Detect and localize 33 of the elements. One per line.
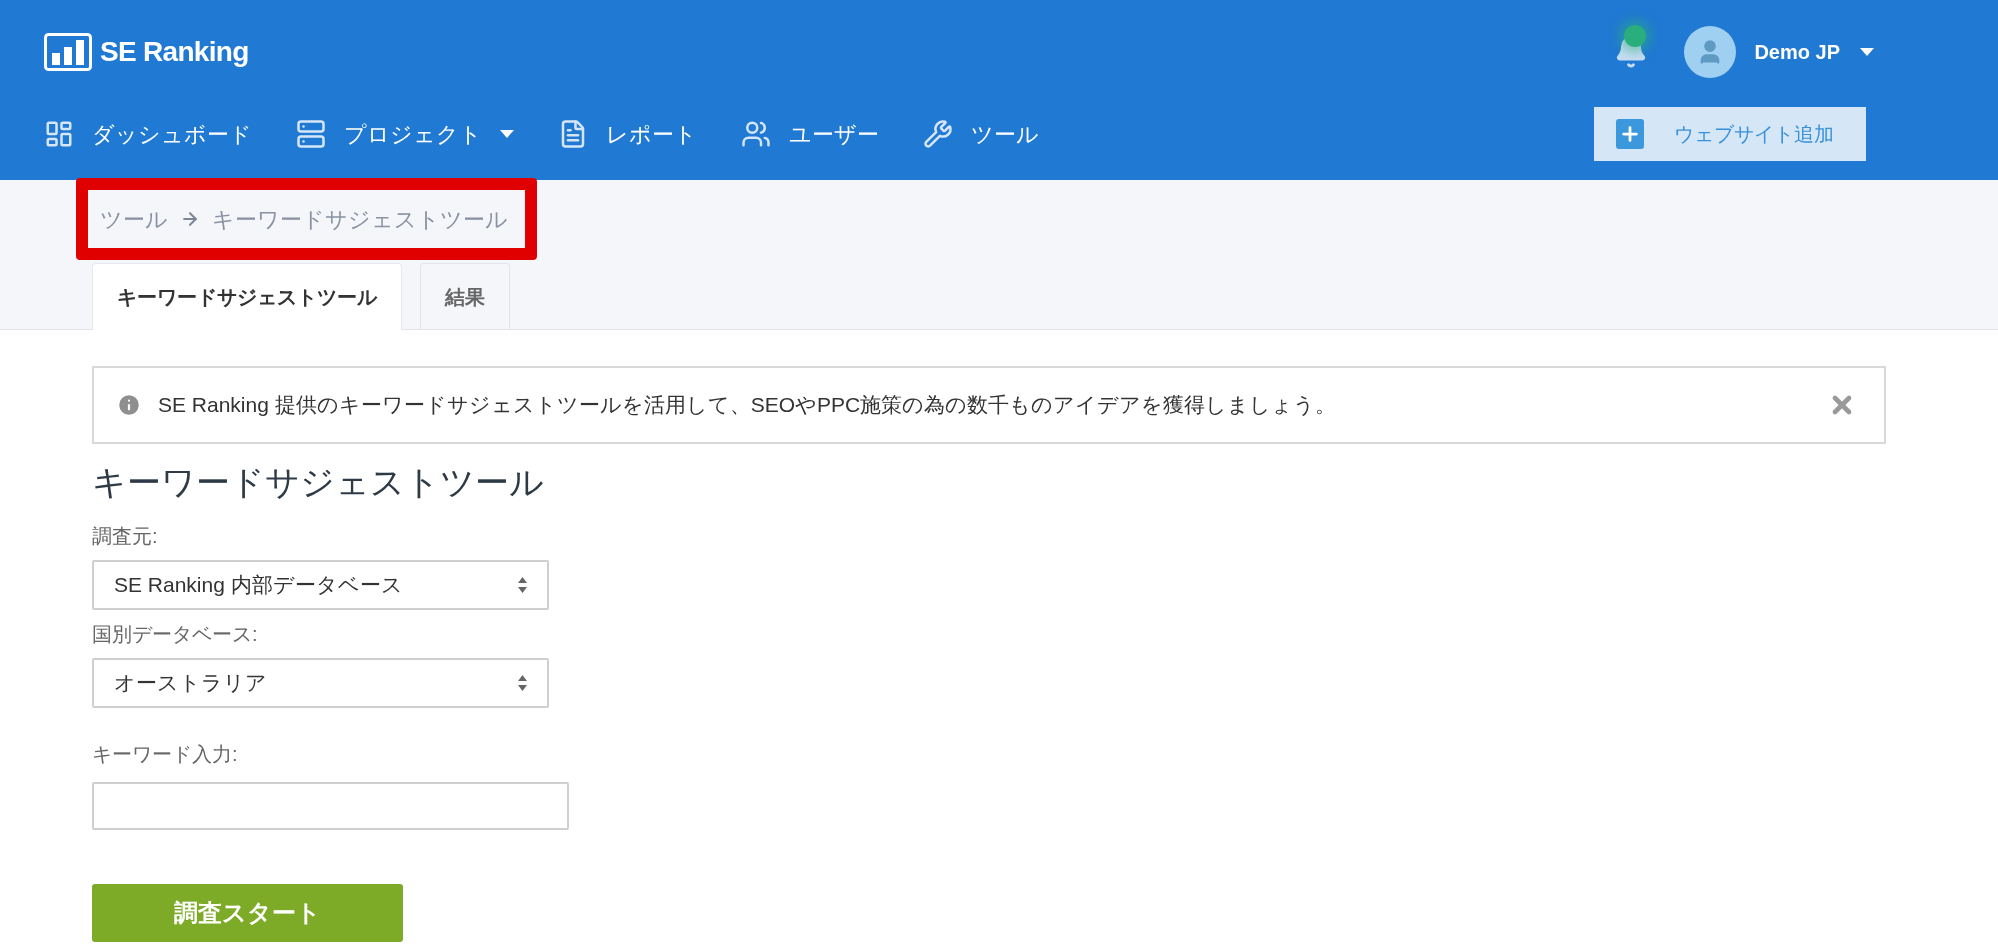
user-avatar[interactable] bbox=[1684, 26, 1737, 78]
server-icon bbox=[296, 119, 326, 149]
add-website-button[interactable]: ウェブサイト追加 bbox=[1594, 107, 1866, 161]
wrench-icon bbox=[923, 119, 953, 149]
select-arrows-icon bbox=[518, 577, 527, 593]
arrow-right-icon bbox=[180, 209, 200, 229]
field-label: キーワード入力: bbox=[92, 742, 239, 767]
users-icon bbox=[741, 119, 771, 149]
info-icon bbox=[116, 392, 142, 418]
logo-text[interactable]: SE Ranking bbox=[100, 31, 249, 73]
breadcrumb-link[interactable]: キーワードサジェストツール bbox=[212, 202, 508, 236]
select-field[interactable]: SE Ranking 内部データベース bbox=[92, 560, 549, 610]
select-field[interactable]: オーストラリア bbox=[92, 658, 549, 708]
nav-link[interactable]: プロジェクト bbox=[296, 117, 514, 151]
breadcrumb-link[interactable]: ツール bbox=[100, 202, 168, 236]
start-button[interactable]: 調査スタート bbox=[92, 884, 403, 942]
plus-icon bbox=[1616, 119, 1644, 149]
user-menu[interactable]: Demo JP bbox=[1754, 37, 1874, 67]
nav-link[interactable]: ユーザー bbox=[741, 117, 879, 151]
caret-icon bbox=[1860, 48, 1874, 56]
bar-chart-logo-icon bbox=[44, 33, 92, 71]
nav-link[interactable]: ダッシュボード bbox=[44, 117, 252, 151]
dashboard-icon bbox=[44, 119, 74, 149]
field-label: 調査元: bbox=[92, 524, 159, 549]
section-heading: キーワードサジェストツール bbox=[92, 462, 545, 503]
nav-link[interactable]: ツール bbox=[923, 117, 1039, 151]
nav-link[interactable]: レポート bbox=[558, 117, 697, 151]
input-field[interactable] bbox=[92, 782, 569, 830]
select-arrows-icon bbox=[518, 675, 527, 691]
tab[interactable]: キーワードサジェストツール bbox=[92, 263, 402, 330]
tab[interactable]: 結果 bbox=[420, 263, 510, 329]
field-label: 国別データベース: bbox=[92, 622, 259, 647]
alert-message: SE Ranking 提供のキーワードサジェストツールを活用して、SEOやPPC施策の為の数千ものアイデアを獲得しましょう。 bbox=[158, 392, 1337, 419]
